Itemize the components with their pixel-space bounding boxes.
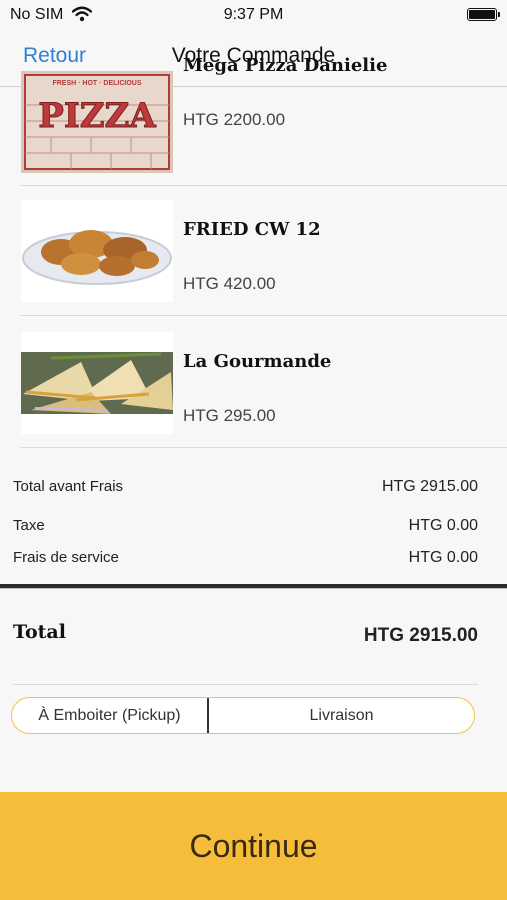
item-name: FRIED CW 12 — [183, 219, 321, 240]
fried-chicken-image — [21, 200, 173, 302]
continue-button[interactable]: Continue — [0, 792, 507, 900]
item-divider — [20, 447, 507, 448]
item-price: HTG 295.00 — [183, 406, 276, 425]
pizza-box-image: FRESH · HOT · DELICIOUS PIZZA — [21, 71, 173, 173]
pizza-box-text: PIZZA — [38, 96, 156, 136]
status-bar: No SIM 9:37 PM — [0, 0, 507, 30]
total-value: HTG 2915.00 — [363, 625, 478, 646]
item-price: HTG 2200.00 — [183, 110, 286, 129]
battery-icon — [467, 8, 500, 21]
item-name: La Gourmande — [183, 351, 332, 372]
service-fee-value: HTG 0.00 — [408, 549, 478, 566]
subtotal-value: HTG 2915.00 — [381, 478, 478, 495]
service-fee-label: Frais de service — [13, 549, 119, 566]
pickup-segment[interactable]: À Emboiter (Pickup) — [12, 698, 209, 733]
item-thumbnail-quesadilla — [21, 332, 173, 434]
item-thumbnail-fried-chicken — [21, 200, 173, 302]
pizza-box-tagline: FRESH · HOT · DELICIOUS — [52, 80, 141, 87]
tax-value: HTG 0.00 — [408, 517, 478, 534]
item-thumbnail-pizza-box: FRESH · HOT · DELICIOUS PIZZA — [21, 71, 173, 173]
order-item[interactable]: FRIED CW 12 HTG 420.00 — [0, 185, 507, 316]
order-item[interactable]: La Gourmande HTG 295.00 — [0, 317, 507, 448]
total-label: Total — [13, 621, 66, 643]
subtotal-label: Total avant Frais — [13, 478, 124, 495]
summary-divider-shadow — [0, 588, 507, 589]
total-divider — [13, 684, 478, 685]
order-item[interactable]: FRESH · HOT · DELICIOUS PIZZA Mega Pizza… — [0, 55, 507, 186]
delivery-mode-segmented-control: À Emboiter (Pickup) Livraison — [11, 697, 475, 734]
tax-label: Taxe — [13, 517, 45, 534]
item-name: Mega Pizza Danielie — [183, 55, 388, 76]
quesadilla-image — [21, 332, 173, 434]
delivery-segment[interactable]: Livraison — [209, 698, 474, 733]
clock: 9:37 PM — [223, 6, 284, 23]
item-price: HTG 420.00 — [183, 274, 276, 293]
item-divider — [20, 315, 507, 316]
